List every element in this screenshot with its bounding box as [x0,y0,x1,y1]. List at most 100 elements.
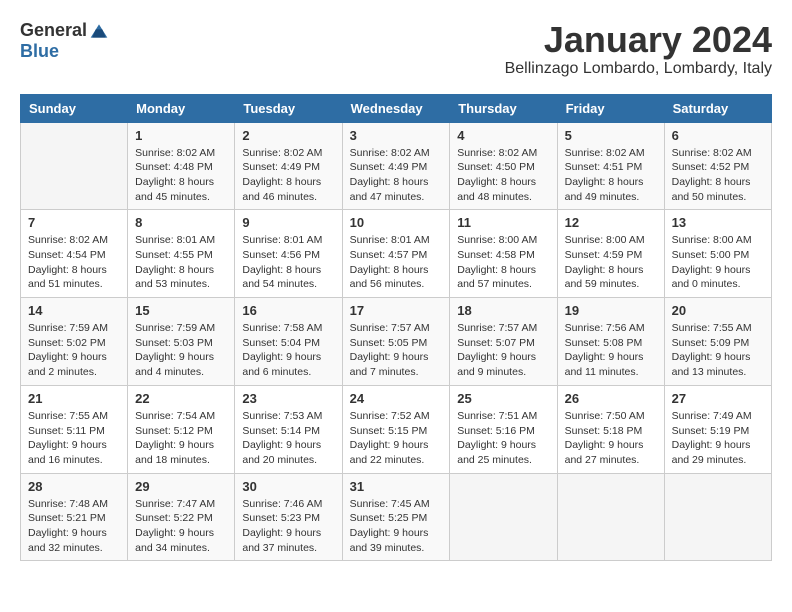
day-number: 20 [672,303,764,318]
day-info: Sunrise: 8:02 AM Sunset: 4:48 PM Dayligh… [135,146,227,205]
calendar-cell [21,122,128,210]
day-number: 22 [135,391,227,406]
calendar-cell: 10 Sunrise: 8:01 AM Sunset: 4:57 PM Dayli… [342,210,450,298]
logo-icon [89,21,109,41]
day-of-week-header: Sunday [21,94,128,122]
calendar-cell: 29 Sunrise: 7:47 AM Sunset: 5:22 PM Dayli… [128,473,235,561]
day-info: Sunrise: 7:55 AM Sunset: 5:11 PM Dayligh… [28,409,120,468]
day-number: 25 [457,391,549,406]
day-number: 26 [565,391,657,406]
day-info: Sunrise: 7:47 AM Sunset: 5:22 PM Dayligh… [135,497,227,556]
day-of-week-header: Monday [128,94,235,122]
day-info: Sunrise: 7:54 AM Sunset: 5:12 PM Dayligh… [135,409,227,468]
day-number: 5 [565,128,657,143]
day-info: Sunrise: 8:00 AM Sunset: 4:58 PM Dayligh… [457,233,549,292]
day-number: 27 [672,391,764,406]
day-number: 12 [565,215,657,230]
day-number: 8 [135,215,227,230]
calendar-cell: 12Sunrise: 8:00 AM Sunset: 4:59 PM Dayli… [557,210,664,298]
day-number: 7 [28,215,120,230]
calendar-cell [557,473,664,561]
page-header: General Blue January 2024 Bellinzago Lom… [20,20,772,78]
day-number: 15 [135,303,227,318]
day-of-week-header: Thursday [450,94,557,122]
calendar-cell: 8 Sunrise: 8:01 AM Sunset: 4:55 PM Daylig… [128,210,235,298]
day-info: Sunrise: 8:02 AM Sunset: 4:49 PM Dayligh… [242,146,334,205]
day-number: 16 [242,303,334,318]
logo-general-text: General [20,20,87,41]
day-info: Sunrise: 7:59 AM Sunset: 5:02 PM Dayligh… [28,321,120,380]
calendar-cell: 23 Sunrise: 7:53 AM Sunset: 5:14 PM Dayli… [235,385,342,473]
calendar-table: SundayMondayTuesdayWednesdayThursdayFrid… [20,94,772,562]
day-number: 4 [457,128,549,143]
day-info: Sunrise: 8:00 AM Sunset: 5:00 PM Dayligh… [672,233,764,292]
day-info: Sunrise: 8:02 AM Sunset: 4:49 PM Dayligh… [350,146,443,205]
day-number: 10 [350,215,443,230]
day-number: 14 [28,303,120,318]
calendar-cell: 20Sunrise: 7:55 AM Sunset: 5:09 PM Dayli… [664,298,771,386]
calendar-cell: 2 Sunrise: 8:02 AM Sunset: 4:49 PM Daylig… [235,122,342,210]
calendar-cell: 21 Sunrise: 7:55 AM Sunset: 5:11 PM Dayli… [21,385,128,473]
calendar-cell: 26 Sunrise: 7:50 AM Sunset: 5:18 PM Dayli… [557,385,664,473]
day-of-week-header: Friday [557,94,664,122]
day-info: Sunrise: 8:02 AM Sunset: 4:52 PM Dayligh… [672,146,764,205]
day-number: 6 [672,128,764,143]
day-info: Sunrise: 7:49 AM Sunset: 5:19 PM Dayligh… [672,409,764,468]
day-info: Sunrise: 7:56 AM Sunset: 5:08 PM Dayligh… [565,321,657,380]
day-number: 1 [135,128,227,143]
calendar-cell: 7 Sunrise: 8:02 AM Sunset: 4:54 PM Daylig… [21,210,128,298]
day-info: Sunrise: 7:53 AM Sunset: 5:14 PM Dayligh… [242,409,334,468]
day-number: 13 [672,215,764,230]
calendar-cell [450,473,557,561]
calendar-cell: 11Sunrise: 8:00 AM Sunset: 4:58 PM Dayli… [450,210,557,298]
calendar-cell: 4 Sunrise: 8:02 AM Sunset: 4:50 PM Daylig… [450,122,557,210]
day-info: Sunrise: 7:46 AM Sunset: 5:23 PM Dayligh… [242,497,334,556]
calendar-week-row: 1 Sunrise: 8:02 AM Sunset: 4:48 PM Daylig… [21,122,772,210]
calendar-cell: 31 Sunrise: 7:45 AM Sunset: 5:25 PM Dayli… [342,473,450,561]
day-number: 30 [242,479,334,494]
day-number: 23 [242,391,334,406]
day-info: Sunrise: 8:02 AM Sunset: 4:54 PM Dayligh… [28,233,120,292]
day-info: Sunrise: 7:50 AM Sunset: 5:18 PM Dayligh… [565,409,657,468]
calendar-cell: 9Sunrise: 8:01 AM Sunset: 4:56 PM Daylig… [235,210,342,298]
calendar-cell: 19Sunrise: 7:56 AM Sunset: 5:08 PM Dayli… [557,298,664,386]
day-number: 2 [242,128,334,143]
logo: General Blue [20,20,109,62]
day-of-week-header: Wednesday [342,94,450,122]
calendar-week-row: 28 Sunrise: 7:48 AM Sunset: 5:21 PM Dayli… [21,473,772,561]
day-info: Sunrise: 8:01 AM Sunset: 4:56 PM Dayligh… [242,233,334,292]
calendar-cell: 30 Sunrise: 7:46 AM Sunset: 5:23 PM Dayli… [235,473,342,561]
logo-blue-text: Blue [20,41,59,62]
day-info: Sunrise: 7:45 AM Sunset: 5:25 PM Dayligh… [350,497,443,556]
calendar-cell: 27 Sunrise: 7:49 AM Sunset: 5:19 PM Dayli… [664,385,771,473]
calendar-cell [664,473,771,561]
day-number: 21 [28,391,120,406]
calendar-cell: 18Sunrise: 7:57 AM Sunset: 5:07 PM Dayli… [450,298,557,386]
month-title: January 2024 [505,20,772,60]
calendar-week-row: 7 Sunrise: 8:02 AM Sunset: 4:54 PM Daylig… [21,210,772,298]
day-of-week-header: Tuesday [235,94,342,122]
calendar-cell: 16 Sunrise: 7:58 AM Sunset: 5:04 PM Dayli… [235,298,342,386]
day-number: 31 [350,479,443,494]
calendar-header-row: SundayMondayTuesdayWednesdayThursdayFrid… [21,94,772,122]
day-info: Sunrise: 8:01 AM Sunset: 4:57 PM Dayligh… [350,233,443,292]
day-number: 17 [350,303,443,318]
day-info: Sunrise: 7:58 AM Sunset: 5:04 PM Dayligh… [242,321,334,380]
calendar-cell: 22 Sunrise: 7:54 AM Sunset: 5:12 PM Dayli… [128,385,235,473]
day-number: 24 [350,391,443,406]
day-info: Sunrise: 8:02 AM Sunset: 4:51 PM Dayligh… [565,146,657,205]
calendar-week-row: 14 Sunrise: 7:59 AM Sunset: 5:02 PM Dayli… [21,298,772,386]
day-of-week-header: Saturday [664,94,771,122]
title-block: January 2024 Bellinzago Lombardo, Lombar… [505,20,772,78]
calendar-cell: 13 Sunrise: 8:00 AM Sunset: 5:00 PM Dayli… [664,210,771,298]
location-title: Bellinzago Lombardo, Lombardy, Italy [505,60,772,78]
day-info: Sunrise: 7:59 AM Sunset: 5:03 PM Dayligh… [135,321,227,380]
day-number: 28 [28,479,120,494]
calendar-cell: 14 Sunrise: 7:59 AM Sunset: 5:02 PM Dayli… [21,298,128,386]
calendar-cell: 5 Sunrise: 8:02 AM Sunset: 4:51 PM Daylig… [557,122,664,210]
day-info: Sunrise: 7:48 AM Sunset: 5:21 PM Dayligh… [28,497,120,556]
day-info: Sunrise: 8:01 AM Sunset: 4:55 PM Dayligh… [135,233,227,292]
day-info: Sunrise: 8:02 AM Sunset: 4:50 PM Dayligh… [457,146,549,205]
day-number: 29 [135,479,227,494]
day-number: 3 [350,128,443,143]
